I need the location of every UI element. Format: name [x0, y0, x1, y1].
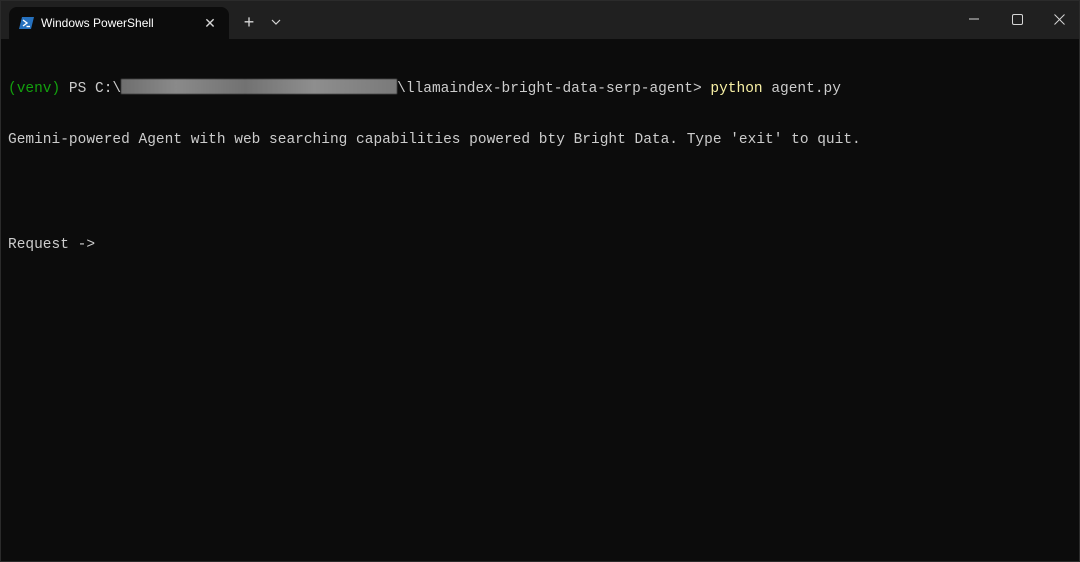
close-window-button[interactable] — [1037, 1, 1080, 37]
title-bar[interactable]: Windows PowerShell ✕ + — [1, 1, 1079, 39]
command-args: agent.py — [762, 81, 841, 97]
maximize-icon — [1011, 13, 1023, 25]
chevron-down-icon[interactable] — [266, 12, 286, 32]
redacted-path — [121, 79, 398, 94]
minimize-icon — [969, 18, 979, 20]
minimize-button[interactable] — [952, 1, 996, 37]
maximize-button[interactable] — [995, 1, 1039, 37]
prompt-prefix: PS C:\ — [60, 81, 122, 97]
command-name: python — [701, 81, 763, 97]
terminal-line-output: Gemini-powered Agent with web searching … — [8, 131, 861, 148]
tab-windows-powershell[interactable]: Windows PowerShell ✕ — [9, 7, 229, 39]
close-tab-icon[interactable]: ✕ — [199, 12, 221, 34]
powershell-icon — [19, 17, 34, 29]
terminal-line-request-prompt: Request -> — [8, 236, 96, 253]
close-icon — [1053, 13, 1065, 25]
prompt-path: \llamaindex-bright-data-serp-agent> — [397, 81, 702, 97]
powershell-window: Windows PowerShell ✕ + (venv) PS C:\ \lla… — [0, 0, 1080, 562]
terminal-line-command: (venv) PS C:\ \llamaindex-bright-data-ser… — [8, 79, 1068, 97]
terminal-output[interactable]: (venv) PS C:\ \llamaindex-bright-data-ser… — [8, 44, 1068, 544]
tab-title: Windows PowerShell — [41, 16, 154, 30]
venv-indicator: (venv) — [8, 81, 61, 97]
new-tab-button[interactable]: + — [239, 12, 259, 32]
